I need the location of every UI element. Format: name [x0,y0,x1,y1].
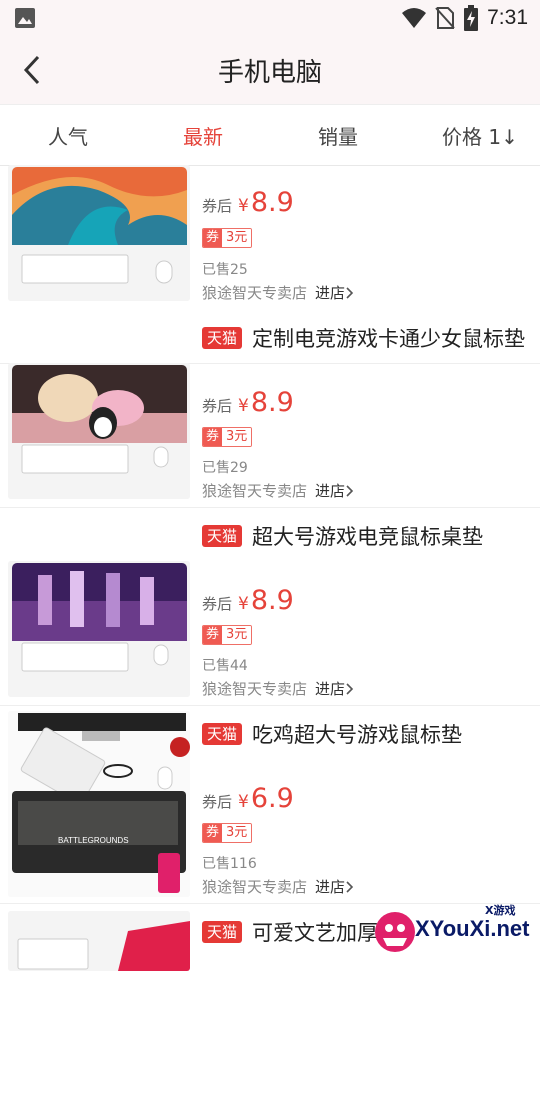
chevron-right-icon [346,682,354,695]
tab-newest[interactable]: 最新 [183,121,223,150]
product-title: 可爱文艺加厚 [252,921,379,945]
price-row: 券后 ¥ 8.9 [202,387,294,418]
shop-name: 狼途智天专卖店 [202,680,308,698]
currency-symbol: ¥ [238,396,249,416]
product-image[interactable]: BATTLEGROUNDS [8,711,190,897]
shop-row: 狼途智天专卖店 进店 [202,282,355,303]
site-watermark: X游戏 XYouXi.net [365,900,540,960]
tmall-badge: 天猫 [202,921,243,943]
sold-count: 已售29 [202,460,248,476]
no-sim-icon [435,7,455,29]
sort-tabs: 人气 最新 销量 价格 1↓ [0,104,540,166]
price-prefix: 券后 [202,793,233,811]
price-row: 券后 ¥ 8.9 [202,187,294,218]
price-row: 券后 ¥ 6.9 [202,783,294,814]
price-value: 8.9 [250,585,294,616]
coupon-badge: 券 3元 [202,625,253,645]
shop-name: 狼途智天专卖店 [202,284,308,302]
tmall-badge: 天猫 [202,723,243,745]
chevron-right-icon [346,484,354,497]
enter-shop-link[interactable]: 进店 [315,282,345,303]
wifi-icon [402,8,427,28]
shop-row: 狼途智天专卖店 进店 [202,876,355,897]
tmall-badge: 天猫 [202,525,243,547]
price-row: 券后 ¥ 8.9 [202,585,294,616]
product-card[interactable]: 天猫 定制电竞游戏卡通少女鼠标垫 券后 ¥ 8.9 券 3元 已售29 狼途智天… [0,309,540,508]
product-image[interactable] [8,561,190,697]
chevron-right-icon [346,286,354,299]
price-value: 8.9 [250,387,294,418]
product-title: 超大号游戏电竞鼠标桌垫 [252,525,484,549]
tmall-badge: 天猫 [202,327,243,349]
currency-symbol: ¥ [238,792,249,812]
product-image[interactable] [8,911,190,971]
price-prefix: 券后 [202,397,233,415]
product-card[interactable]: 天猫 超大号游戏电竞鼠标桌垫 券后 ¥ 8.9 券 3元 已售44 狼途智天专卖… [0,507,540,706]
chevron-right-icon [346,880,354,893]
enter-shop-link[interactable]: 进店 [315,678,345,699]
tab-popularity[interactable]: 人气 [48,121,88,150]
price-value: 8.9 [250,187,294,218]
sold-count: 已售116 [202,856,257,872]
currency-symbol: ¥ [238,196,249,216]
coupon-badge: 券 3元 [202,823,253,843]
battery-charging-icon [464,5,479,31]
gallery-icon [15,8,35,28]
coupon-badge: 券 3元 [202,228,253,248]
sold-count: 已售25 [202,262,248,278]
product-title-row[interactable]: 天猫 吃鸡超大号游戏鼠标垫 [202,719,462,749]
shop-name: 狼途智天专卖店 [202,878,308,896]
shop-row: 狼途智天专卖店 进店 [202,480,355,501]
watermark-text: XYouXi.net [415,916,530,941]
tab-price[interactable]: 价格 1↓ [442,121,518,150]
shop-row: 狼途智天专卖店 进店 [202,678,355,699]
product-image[interactable] [8,363,190,499]
top-nav-bar: 手机电脑 [0,36,540,104]
product-card[interactable]: BATTLEGROUNDS 天猫 吃鸡超大号游戏鼠标垫 券后 ¥ 6.9 券 3… [0,705,540,904]
product-title-row[interactable]: 天猫 可爱文艺加厚 [202,917,378,947]
product-title-row[interactable]: 天猫 超大号游戏电竞鼠标桌垫 [202,521,483,551]
status-time: 7:31 [487,6,528,29]
tab-sales[interactable]: 销量 [318,121,358,150]
product-title: 定制电竞游戏卡通少女鼠标垫 [252,327,526,351]
price-prefix: 券后 [202,595,233,613]
product-title: 吃鸡超大号游戏鼠标垫 [252,723,463,747]
coupon-badge: 券 3元 [202,427,253,447]
enter-shop-link[interactable]: 进店 [315,876,345,897]
currency-symbol: ¥ [238,594,249,614]
status-bar: 7:31 [0,0,540,36]
enter-shop-link[interactable]: 进店 [315,480,345,501]
battlegrounds-logo-text: BATTLEGROUNDS [58,836,129,845]
gamepad-logo-icon [375,912,415,952]
product-image[interactable] [8,165,190,301]
price-value: 6.9 [250,783,294,814]
sold-count: 已售44 [202,658,248,674]
product-title-row[interactable]: 天猫 定制电竞游戏卡通少女鼠标垫 [202,323,525,353]
page-title: 手机电脑 [217,58,322,88]
shop-name: 狼途智天专卖店 [202,482,308,500]
price-prefix: 券后 [202,197,233,215]
